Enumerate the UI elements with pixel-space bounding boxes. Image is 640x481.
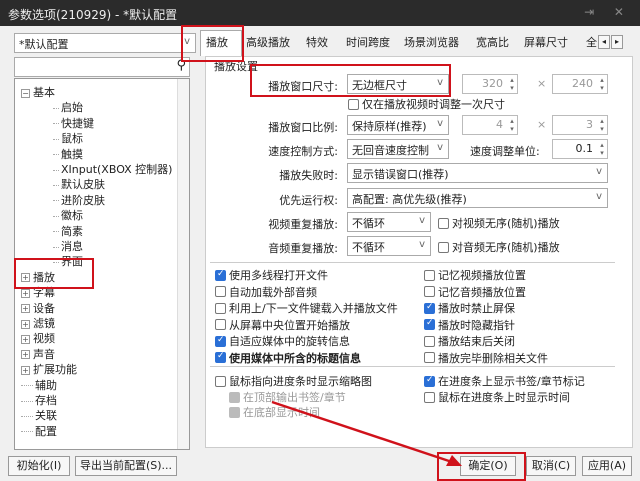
- annotation-arrow: [271, 400, 462, 466]
